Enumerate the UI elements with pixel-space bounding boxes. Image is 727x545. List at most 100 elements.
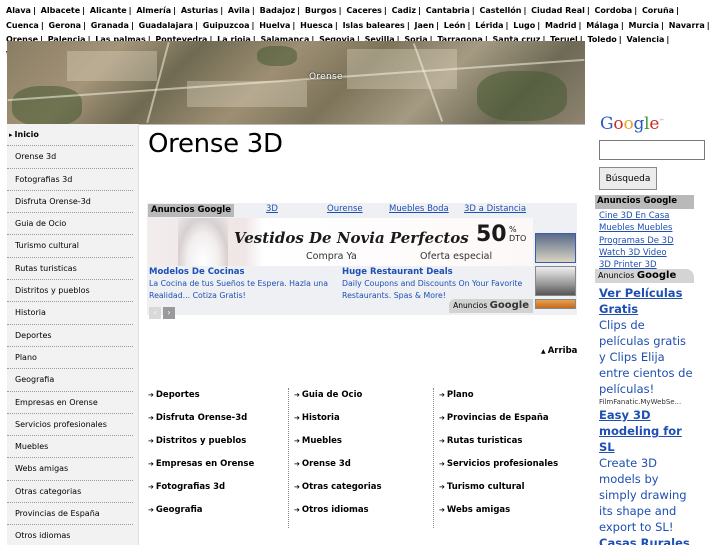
nav-item[interactable]: Servicios profesionales	[7, 414, 133, 437]
nav-item[interactable]: Deportes	[7, 325, 133, 347]
ad-prev-button[interactable]: ‹	[149, 307, 161, 319]
text-ad[interactable]: Modelos De Cocinas La Cocina de tus Sueñ…	[149, 266, 339, 302]
nav-item[interactable]: Webs amigas	[7, 458, 133, 481]
province-link[interactable]: Coruña	[642, 6, 674, 15]
nav-item[interactable]: Provincias de España	[7, 503, 133, 526]
footer-link[interactable]: ➔ Rutas turisticas	[434, 434, 575, 457]
ad-link-3d-a-distancia[interactable]: 3D a Distancia	[464, 204, 526, 214]
nav-item[interactable]: Rutas turisticas	[7, 258, 133, 281]
footer-link[interactable]: ➔ Webs amigas	[434, 503, 575, 526]
ads-by-google-label[interactable]: Anuncios Google	[595, 269, 694, 283]
province-link[interactable]: Murcia	[629, 21, 659, 30]
ad-link-muebles-boda[interactable]: Muebles Boda	[389, 204, 449, 214]
province-link[interactable]: Granada	[91, 21, 129, 30]
footer-link[interactable]: ➔ Distritos y pueblos	[143, 434, 285, 457]
province-link[interactable]: Huesca	[300, 21, 333, 30]
province-link[interactable]: Cadiz	[392, 6, 416, 15]
province-link[interactable]: Islas baleares	[343, 21, 405, 30]
province-link[interactable]: Jaen	[415, 21, 435, 30]
province-link[interactable]: Alava	[6, 6, 31, 15]
province-link[interactable]: Lérida	[475, 21, 503, 30]
text-ad-title[interactable]: Modelos De Cocinas	[149, 266, 339, 278]
footer-link[interactable]: ➔ Otras categorias	[289, 480, 430, 503]
ad-link-3d[interactable]: 3D	[266, 204, 278, 214]
nav-item[interactable]: Muebles	[7, 436, 133, 459]
province-link[interactable]: Cuenca	[6, 21, 39, 30]
google-search-input[interactable]	[599, 140, 705, 160]
bride-image	[178, 218, 228, 266]
footer-link[interactable]: ➔ Muebles	[289, 434, 430, 457]
province-link[interactable]: Madrid	[545, 21, 577, 30]
province-link[interactable]: Asturias	[181, 6, 218, 15]
big-ad-title[interactable]: Casas Rurales	[599, 535, 695, 545]
ad-thumbnail[interactable]	[535, 299, 576, 309]
province-link[interactable]: Lugo	[513, 21, 535, 30]
province-link[interactable]: Albacete	[41, 6, 80, 15]
province-link[interactable]: Guadalajara	[139, 21, 193, 30]
footer-link[interactable]: ➔ Historia	[289, 411, 430, 434]
nav-item[interactable]: Plano	[7, 347, 133, 370]
nav-item[interactable]: Geografia	[7, 369, 133, 392]
ad-link[interactable]: Muebles Muebles	[599, 222, 719, 234]
nav-item[interactable]: Disfruta Orense-3d	[7, 191, 133, 214]
ad-banner-cta[interactable]: Compra Ya	[306, 251, 357, 262]
province-link[interactable]: Caceres	[346, 6, 382, 15]
search-button[interactable]: Búsqueda	[599, 167, 657, 190]
footer-link[interactable]: ➔ Plano	[434, 388, 575, 411]
text-ad-title[interactable]: Huge Restaurant Deals	[342, 266, 532, 278]
big-ad-title[interactable]: Easy 3D modeling for SL	[599, 407, 695, 455]
footer-link[interactable]: ➔ Geografia	[143, 503, 285, 526]
footer-link[interactable]: ➔ Turismo cultural	[434, 480, 575, 503]
nav-item[interactable]: Orense 3d	[7, 146, 133, 169]
province-link[interactable]: Avila	[228, 6, 250, 15]
province-link[interactable]: Navarra	[669, 21, 705, 30]
nav-item[interactable]: Guia de Ocio	[7, 213, 133, 236]
ads-by-google-footer[interactable]: Anuncios Google	[449, 299, 533, 313]
province-link[interactable]: Guipuzcoa	[203, 21, 250, 30]
province-link[interactable]: Valencia	[627, 35, 665, 44]
footer-link[interactable]: ➔ Guia de Ocio	[289, 388, 430, 411]
text-ad[interactable]: Huge Restaurant Deals Daily Coupons and …	[342, 266, 532, 302]
province-link[interactable]: Málaga	[586, 21, 619, 30]
ad-link-ourense[interactable]: Ourense	[327, 204, 363, 214]
nav-item[interactable]: Empresas en Orense	[7, 392, 133, 414]
ad-link[interactable]: Programas De 3D	[599, 235, 719, 247]
footer-link[interactable]: ➔ Provincias de España	[434, 411, 575, 434]
province-link[interactable]: Cordoba	[595, 6, 633, 15]
province-link[interactable]: Castellón	[479, 6, 521, 15]
nav-item[interactable]: Otros idiomas	[7, 525, 133, 545]
ad-link[interactable]: Watch 3D Video	[599, 247, 719, 259]
province-link[interactable]: Alicante	[90, 6, 127, 15]
province-link[interactable]: Gerona	[49, 21, 82, 30]
footer-link[interactable]: ➔ Fotografias 3d	[143, 480, 285, 503]
footer-link[interactable]: ➔ Empresas en Orense	[143, 457, 285, 480]
footer-link[interactable]: ➔ Deportes	[143, 388, 285, 411]
big-ad-url[interactable]: FilmFanatic.MyWebSe...	[599, 397, 695, 407]
province-link[interactable]: Burgos	[305, 6, 337, 15]
footer-link[interactable]: ➔ Orense 3d	[289, 457, 430, 480]
nav-item[interactable]: Historia	[7, 302, 133, 325]
nav-item[interactable]: Distritos y pueblos	[7, 280, 133, 303]
province-link[interactable]: Badajoz	[260, 6, 296, 15]
ad-thumbnail[interactable]	[535, 266, 576, 296]
ad-next-button[interactable]: ›	[163, 307, 175, 319]
province-link[interactable]: León	[444, 21, 466, 30]
ad-link[interactable]: Cine 3D En Casa	[599, 210, 719, 222]
nav-item-label: Guia de Ocio	[15, 219, 67, 229]
nav-item[interactable]: ▸ Inicio	[7, 124, 133, 147]
nav-item[interactable]: Turismo cultural	[7, 235, 133, 258]
wedding-dress-ad-banner[interactable]: Vestidos De Novia Perfectos 50 % DTO Comp…	[148, 218, 533, 266]
big-ad-title[interactable]: Ver Películas Gratis	[599, 285, 695, 317]
footer-link[interactable]: ➔ Disfruta Orense-3d	[143, 411, 285, 434]
province-link[interactable]: Almería	[136, 6, 171, 15]
back-to-top-link[interactable]: ▲ Arriba	[541, 346, 577, 356]
province-link[interactable]: Huelva	[259, 21, 290, 30]
province-link[interactable]: Ciudad Real	[531, 6, 585, 15]
ad-thumbnail[interactable]	[535, 233, 576, 263]
province-link[interactable]: Cantabria	[426, 6, 470, 15]
nav-item[interactable]: Fotografias 3d	[7, 169, 133, 191]
nav-item[interactable]: Otras categorias	[7, 481, 133, 504]
footer-link[interactable]: ➔ Servicios profesionales	[434, 457, 575, 480]
footer-link[interactable]: ➔ Otros idiomas	[289, 503, 430, 526]
province-link[interactable]: Toledo	[588, 35, 617, 44]
